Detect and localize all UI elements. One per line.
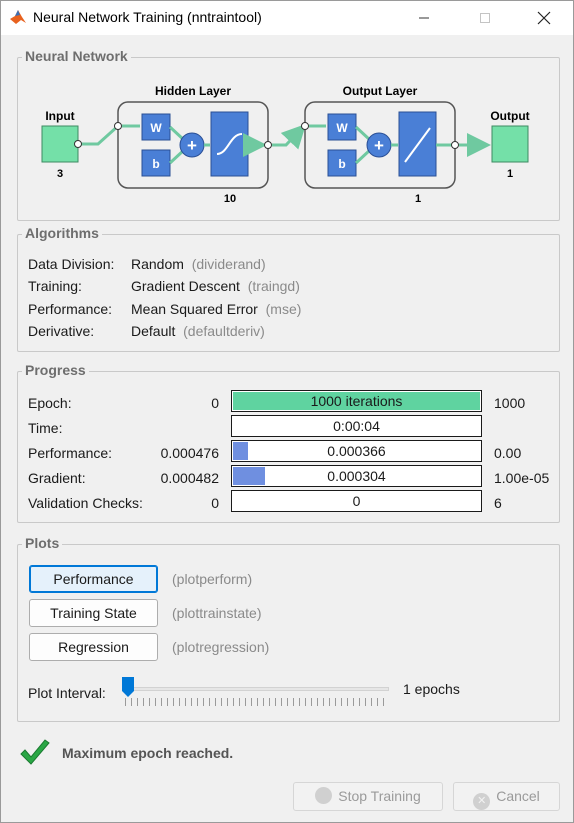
maximize-button [462, 1, 508, 35]
output-sum-symbol: + [374, 136, 384, 155]
plots-title: Plots [22, 535, 63, 551]
input-block [41, 125, 79, 163]
progress-label: Gradient: [28, 470, 86, 486]
progress-label: Epoch: [28, 395, 72, 411]
close-button[interactable] [521, 1, 567, 35]
hidden-layer-size: 10 [224, 193, 236, 205]
stop-training-button: Stop Training [293, 782, 443, 811]
plot-training-state-button[interactable]: Training State [29, 599, 158, 627]
algorithm-value: Random (dividerand) [131, 256, 266, 272]
algorithm-value-text: Gradient Descent [131, 278, 240, 294]
algorithm-label: Data Division: [28, 256, 115, 272]
progress-end: 6 [494, 495, 502, 511]
output-count: 1 [507, 168, 513, 180]
algorithm-label: Training: [28, 278, 82, 294]
progress-start: 0 [211, 395, 219, 411]
input-label: Input [45, 109, 74, 123]
close-icon [537, 11, 551, 25]
nntraintool-window: Neural Network Training (nntraintool) Ne… [0, 0, 574, 823]
output-layer-title: Output Layer [343, 84, 418, 98]
hidden-layer-title: Hidden Layer [155, 84, 231, 98]
progress-end: 1.00e-05 [494, 470, 550, 486]
progress-label: Validation Checks: [28, 495, 143, 511]
hidden-weight-symbol: W [150, 121, 162, 135]
progress-start: 0.000476 [160, 445, 219, 461]
status-message: Maximum epoch reached. [62, 745, 234, 761]
minimize-icon [419, 17, 429, 19]
progress-current: 0.000366 [327, 443, 386, 459]
progress-start: 0 [211, 495, 219, 511]
hidden-bias-symbol: b [152, 157, 159, 171]
plot-regression-button[interactable]: Regression [29, 633, 158, 661]
plot-interval-ticks [125, 698, 389, 706]
progress-bar: 1000 iterations [231, 390, 482, 412]
progress-current: 0 [352, 493, 361, 509]
algorithm-value: Mean Squared Error (mse) [131, 301, 301, 317]
algorithm-label: Performance: [28, 301, 113, 317]
checkmark-icon [20, 739, 50, 765]
output-bias-symbol: b [338, 157, 345, 171]
algorithm-fn: (mse) [265, 301, 302, 317]
plot-performance-fn: (plotperform) [172, 571, 253, 587]
plot-interval-slider[interactable] [125, 687, 389, 691]
progress-title: Progress [22, 362, 89, 378]
algorithm-fn: (dividerand) [191, 256, 266, 272]
output-layer-size: 1 [415, 193, 421, 205]
algorithm-value: Default (defaultderiv) [131, 323, 265, 339]
output-label: Output [490, 109, 529, 123]
plot-interval-label: Plot Interval: [28, 685, 106, 701]
progress-bar: 0.000304 [231, 465, 482, 487]
progress-start: 0.000482 [160, 470, 219, 486]
plot-training-state-fn: (plottrainstate) [172, 605, 262, 621]
algorithms-title: Algorithms [22, 225, 102, 241]
algorithm-label: Derivative: [28, 323, 95, 339]
algorithm-fn: (defaultderiv) [183, 323, 265, 339]
progress-label: Time: [28, 420, 63, 436]
algorithm-value-text: Random [131, 256, 184, 272]
output-block [491, 125, 529, 163]
plot-interval-thumb[interactable] [121, 676, 135, 698]
title-bar: Neural Network Training (nntraintool) [1, 1, 573, 35]
network-diagram: Input 3 Hidden Layer W b + 10 Output Lay… [41, 84, 530, 205]
minimize-button[interactable] [401, 1, 447, 35]
algorithm-value-text: Default [131, 323, 176, 339]
matlab-logo-icon [10, 10, 26, 24]
cancel-label: Cancel [496, 788, 540, 804]
plot-regression-fn: (plotregression) [172, 639, 270, 655]
progress-bar: 0.000366 [231, 440, 482, 462]
neural-network-panel: Neural Network Input 3 Hidden Layer W b [17, 48, 560, 221]
algorithm-value-text: Mean Squared Error [131, 301, 258, 317]
progress-bar: 0:00:04 [231, 415, 482, 437]
progress-current: 0:00:04 [333, 418, 380, 434]
maximize-icon [480, 13, 490, 23]
progress-end: 0.00 [494, 445, 522, 461]
algorithm-fn: (traingd) [247, 278, 300, 294]
plot-interval-value: 1 epochs [403, 681, 460, 697]
plot-performance-button[interactable]: Performance [29, 565, 158, 593]
progress-bar: 0 [231, 490, 482, 512]
input-size: 3 [57, 168, 63, 180]
cancel-button: ✕ Cancel [453, 782, 560, 811]
progress-end: 1000 [494, 395, 526, 411]
algorithm-value: Gradient Descent (traingd) [131, 278, 300, 294]
stop-icon [315, 787, 333, 804]
output-weight-symbol: W [336, 121, 348, 135]
stop-training-label: Stop Training [338, 788, 421, 804]
progress-current: 0.000304 [327, 468, 386, 484]
cancel-icon: ✕ [473, 793, 491, 810]
progress-current: 1000 iterations [310, 393, 403, 409]
window-title: Neural Network Training (nntraintool) [33, 9, 262, 25]
hidden-sum-symbol: + [187, 136, 197, 155]
progress-label: Performance: [28, 445, 113, 461]
